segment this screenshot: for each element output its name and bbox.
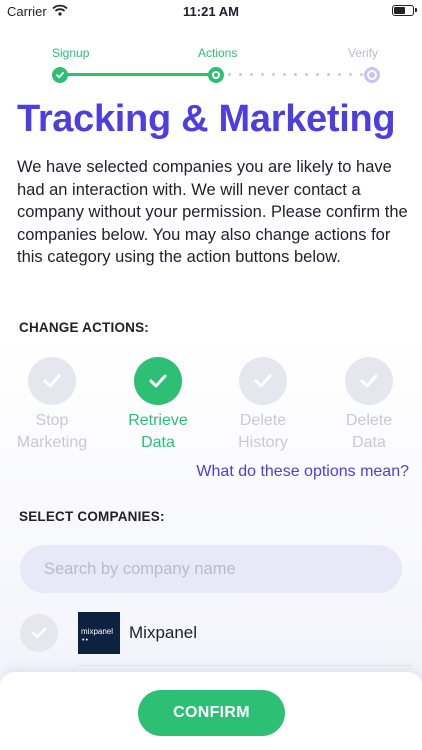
action-label-line2: Marketing bbox=[16, 434, 88, 451]
step-verify-indicator bbox=[364, 67, 380, 83]
action-label-line1: Stop bbox=[35, 412, 69, 429]
change-actions-label: CHANGE ACTIONS: bbox=[19, 320, 149, 335]
check-icon bbox=[134, 357, 182, 405]
logo-dots-icon: •• bbox=[82, 637, 89, 644]
step-label-verify: Verify bbox=[348, 46, 379, 60]
company-logo-text: mixpanel bbox=[81, 627, 114, 636]
intro-text: We have selected companies you are likel… bbox=[17, 158, 408, 266]
action-label-line2: History bbox=[238, 434, 288, 451]
action-label-line2: Data bbox=[141, 434, 175, 451]
step-label-signup: Signup bbox=[52, 46, 90, 60]
action-retrieve-data[interactable]: Retrieve Data bbox=[108, 357, 208, 454]
company-name: Mixpanel bbox=[129, 623, 198, 642]
action-delete-history[interactable]: Delete History bbox=[213, 357, 313, 454]
company-check-icon[interactable] bbox=[20, 614, 58, 652]
action-stop-marketing[interactable]: Stop Marketing bbox=[2, 357, 102, 454]
battery-icon bbox=[392, 5, 417, 16]
check-icon bbox=[239, 357, 287, 405]
check-icon bbox=[345, 357, 393, 405]
options-help-link[interactable]: What do these options mean? bbox=[196, 463, 409, 481]
bottom-panel: CONFIRM bbox=[0, 672, 422, 750]
step-actions-indicator bbox=[208, 67, 224, 83]
search-input[interactable] bbox=[20, 545, 384, 593]
action-label-line1: Delete bbox=[239, 412, 287, 429]
list-item[interactable]: mixpanel •• Mixpanel bbox=[0, 612, 422, 656]
action-label-line1: Delete bbox=[345, 412, 393, 429]
step-progress-line bbox=[60, 73, 216, 76]
step-signup-check-icon bbox=[52, 67, 68, 83]
page-title: Tracking & Marketing bbox=[17, 98, 396, 140]
action-label-line2: Data bbox=[352, 434, 386, 451]
select-companies-label: SELECT COMPANIES: bbox=[19, 509, 165, 524]
step-label-actions: Actions bbox=[198, 46, 238, 60]
step-remaining-dots bbox=[224, 73, 364, 76]
company-logo: mixpanel •• bbox=[78, 612, 120, 654]
action-delete-data[interactable]: Delete Data bbox=[319, 357, 419, 454]
company-search bbox=[20, 545, 402, 593]
check-icon bbox=[28, 357, 76, 405]
status-bar: Carrier 11:21 AM bbox=[0, 0, 422, 24]
confirm-button[interactable]: CONFIRM bbox=[138, 690, 285, 736]
action-label-line1: Retrieve bbox=[128, 412, 188, 429]
list-divider bbox=[78, 665, 412, 666]
clock: 11:21 AM bbox=[183, 4, 239, 19]
